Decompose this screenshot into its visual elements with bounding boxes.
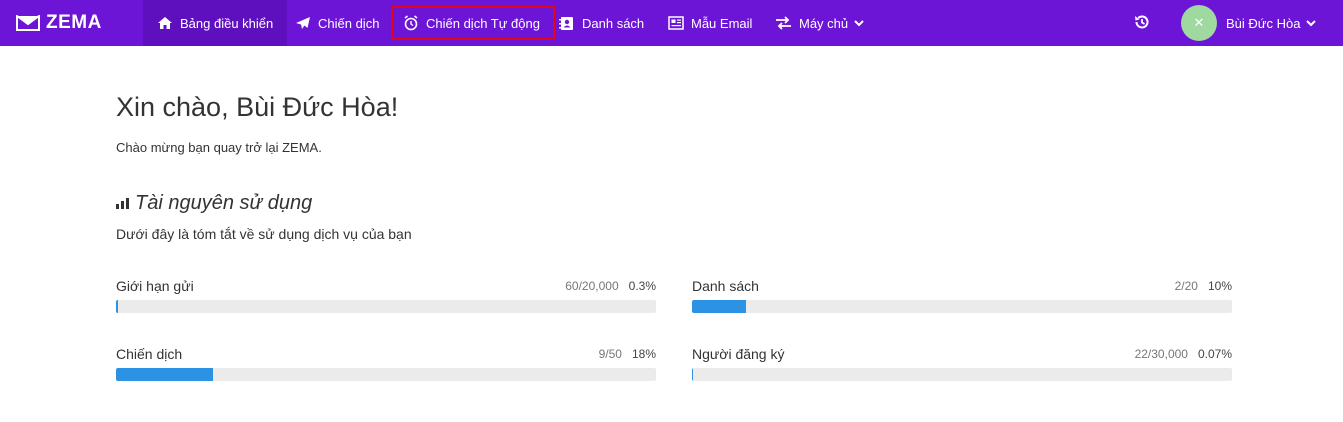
exchange-icon [775, 16, 792, 30]
paper-plane-icon [295, 16, 311, 30]
progress-fill [116, 368, 213, 381]
section-title-text: Tài nguyên sử dụng [135, 192, 313, 214]
stat-count: 9/50 [598, 347, 622, 361]
progress-track [116, 300, 656, 313]
stat-label: Danh sách [692, 278, 759, 294]
chevron-down-icon [1306, 19, 1317, 26]
section-title: Tài nguyên sử dụng [116, 192, 312, 215]
stat-percent: 0.3% [628, 279, 656, 293]
welcome-text: Chào mừng bạn quay trở lại ZEMA. [116, 140, 322, 155]
stat-percent: 0.07% [1197, 347, 1232, 361]
section-description: Dưới đây là tóm tắt về sử dụng dịch vụ c… [116, 226, 412, 242]
top-navbar: ZEMA Bảng điều khiển Chiến dịch Chiến dị… [0, 0, 1343, 46]
stat-label: Người đăng ký [692, 346, 785, 362]
stat-label: Giới hạn gửi [116, 278, 194, 294]
progress-fill [692, 300, 746, 313]
stat-count: 22/30,000 [1134, 347, 1188, 361]
nav-item-campaigns[interactable]: Chiến dịch [295, 0, 379, 46]
app-name: ZEMA [46, 12, 102, 33]
nav-item-email-templates[interactable]: Mẫu Email [668, 0, 752, 46]
nav-label: Mẫu Email [691, 15, 753, 31]
zema-logo[interactable]: ZEMA [16, 0, 102, 46]
page-title: Xin chào, Bùi Đức Hòa! [116, 92, 399, 122]
stat-percent: 18% [631, 347, 656, 361]
avatar-initial: ✕ [1193, 15, 1205, 30]
progress-track [116, 368, 656, 381]
progress-track [692, 368, 1232, 381]
user-name-label: Bùi Đức Hòa [1226, 15, 1301, 31]
nav-label: Danh sách [582, 15, 645, 31]
history-icon[interactable] [1133, 13, 1151, 36]
nav-item-lists[interactable]: Danh sách [559, 0, 644, 46]
chevron-down-icon [854, 19, 864, 27]
nav-item-servers[interactable]: Máy chủ [775, 0, 864, 46]
progress-fill [692, 368, 693, 381]
stat-label: Chiến dịch [116, 346, 183, 362]
signal-bars-icon [116, 198, 129, 209]
progress-fill [116, 300, 118, 313]
stat-count: 2/20 [1174, 279, 1198, 293]
stat-percent: 10% [1207, 279, 1232, 293]
highlight-box [391, 6, 555, 40]
home-icon [157, 16, 173, 30]
newspaper-icon [668, 16, 684, 30]
nav-label: Máy chủ [799, 15, 849, 31]
contact-book-icon [559, 16, 575, 31]
stat-count: 60/20,000 [565, 279, 619, 293]
progress-track [692, 300, 1232, 313]
nav-label: Chiến dịch [318, 15, 380, 31]
nav-label: Bảng điều khiển [180, 15, 274, 31]
avatar[interactable]: ✕ [1181, 5, 1217, 41]
user-menu[interactable]: Bùi Đức Hòa [1226, 0, 1317, 46]
envelope-logo-icon [16, 15, 40, 31]
nav-item-dashboard[interactable]: Bảng điều khiển [143, 0, 288, 46]
